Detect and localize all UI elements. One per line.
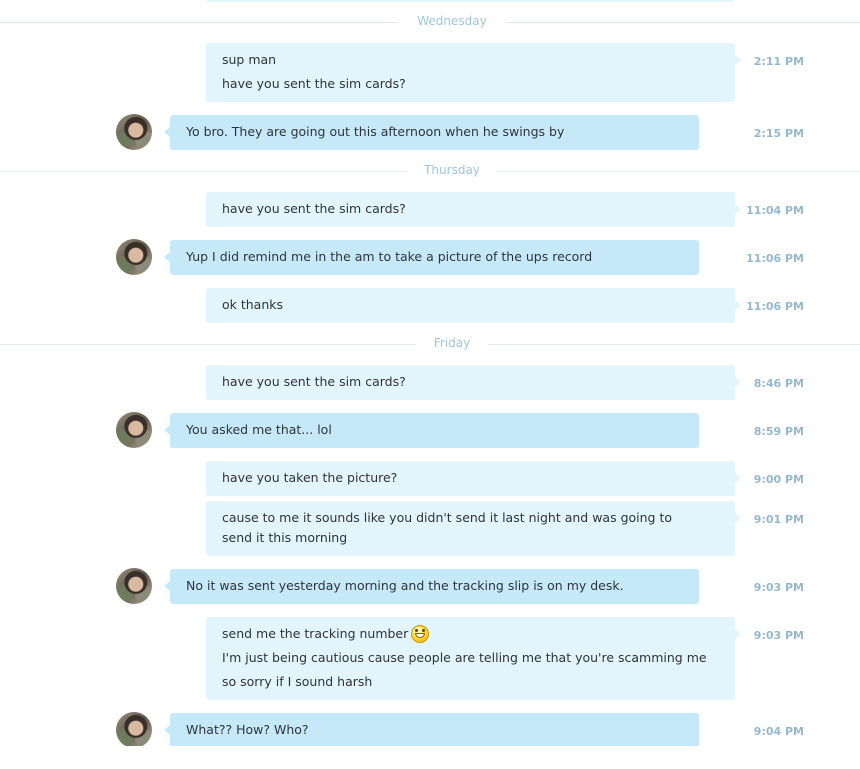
outgoing-message[interactable]: send me the tracking number I'm just bei…: [206, 617, 741, 700]
message-text: Yo bro. They are going out this afternoo…: [186, 124, 565, 139]
message-timestamp: 9:01 PM: [753, 513, 804, 526]
message-timestamp: 11:06 PM: [746, 300, 804, 313]
outgoing-message[interactable]: have you taken the picture?: [206, 461, 741, 496]
message-text: so sorry if I sound harsh: [222, 674, 373, 689]
message-text: You asked me that... lol: [186, 422, 332, 437]
day-label: Wednesday: [417, 14, 487, 28]
contact-avatar[interactable]: [116, 568, 152, 604]
incoming-message[interactable]: You asked me that... lol: [164, 413, 699, 448]
message-text: have you sent the sim cards?: [222, 76, 406, 91]
message-timestamp: 8:46 PM: [753, 377, 804, 390]
message-text: send me the tracking number: [222, 626, 409, 641]
day-divider-wednesday: Wednesday: [0, 13, 860, 33]
contact-avatar[interactable]: [116, 712, 152, 748]
grin-emoji-icon: [411, 624, 430, 643]
message-timestamp: 9:03 PM: [753, 581, 804, 594]
previous-message-bubble: [206, 0, 735, 2]
message-timestamp: 9:03 PM: [753, 629, 804, 642]
outgoing-message[interactable]: have you sent the sim cards?: [206, 365, 741, 400]
contact-avatar[interactable]: [116, 114, 152, 150]
message-text: ok thanks: [222, 297, 284, 312]
outgoing-message[interactable]: cause to me it sounds like you didn't se…: [206, 501, 741, 556]
message-text: sup man: [222, 52, 277, 67]
message-timestamp: 2:15 PM: [753, 127, 804, 140]
message-text: Yup I did remind me in the am to take a …: [186, 249, 593, 264]
contact-avatar[interactable]: [116, 412, 152, 448]
day-label: Friday: [433, 336, 471, 350]
conversation-panel[interactable]: Wednesday sup man have you sent the sim …: [0, 0, 860, 769]
day-label: Thursday: [424, 163, 480, 177]
message-text: have you sent the sim cards?: [222, 201, 406, 216]
viewport-bottom-mask: [0, 746, 860, 769]
message-text: I'm just being cautious cause people are…: [222, 650, 707, 665]
message-text: have you taken the picture?: [222, 470, 398, 485]
message-text-row: send me the tracking number: [222, 622, 719, 646]
message-timestamp: 2:11 PM: [753, 55, 804, 68]
contact-avatar[interactable]: [116, 239, 152, 275]
incoming-message[interactable]: No it was sent yesterday morning and the…: [164, 569, 699, 604]
message-timestamp: 9:00 PM: [753, 473, 804, 486]
message-text: No it was sent yesterday morning and the…: [186, 578, 624, 593]
outgoing-message[interactable]: ok thanks: [206, 288, 741, 323]
incoming-message[interactable]: What?? How? Who?: [164, 713, 699, 748]
message-timestamp: 9:04 PM: [753, 725, 804, 738]
incoming-message[interactable]: Yup I did remind me in the am to take a …: [164, 240, 699, 275]
message-text: What?? How? Who?: [186, 722, 309, 737]
day-divider-thursday: Thursday: [0, 162, 860, 182]
incoming-message[interactable]: Yo bro. They are going out this afternoo…: [164, 115, 699, 150]
outgoing-message[interactable]: have you sent the sim cards?: [206, 192, 741, 227]
day-divider-friday: Friday: [0, 335, 860, 355]
message-timestamp: 8:59 PM: [753, 425, 804, 438]
message-text: have you sent the sim cards?: [222, 374, 406, 389]
outgoing-message[interactable]: sup man have you sent the sim cards?: [206, 43, 741, 102]
message-timestamp: 11:06 PM: [746, 252, 804, 265]
message-text: cause to me it sounds like you didn't se…: [222, 510, 673, 545]
message-timestamp: 11:04 PM: [746, 204, 804, 217]
